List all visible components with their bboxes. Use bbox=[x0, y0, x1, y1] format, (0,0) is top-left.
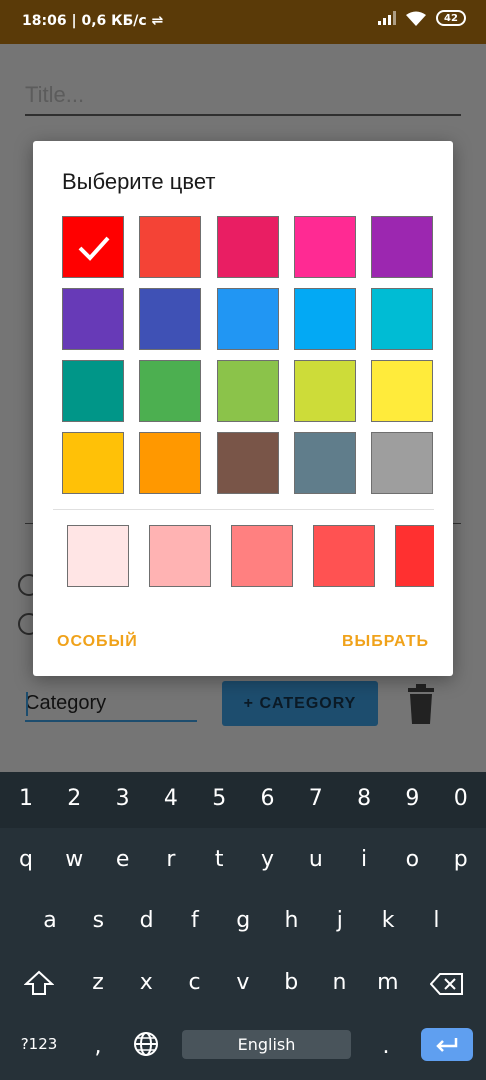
enter-icon bbox=[436, 1037, 458, 1052]
status-bar: 18:06 | 0,6 КБ/с ⇌ 42 bbox=[0, 0, 486, 44]
color-swatch[interactable] bbox=[62, 288, 124, 350]
globe-icon[interactable] bbox=[133, 1031, 159, 1057]
shade-swatch[interactable] bbox=[395, 525, 434, 587]
color-swatch[interactable] bbox=[371, 432, 434, 494]
status-time: 18:06 | 0,6 КБ/с ⇌ bbox=[22, 13, 163, 29]
add-category-label: + CATEGORY bbox=[243, 694, 357, 712]
key-b[interactable]: b bbox=[271, 970, 311, 995]
key-c[interactable]: c bbox=[175, 970, 215, 995]
enter-key[interactable] bbox=[421, 1028, 473, 1061]
dialog-separator bbox=[53, 509, 434, 510]
key-v[interactable]: v bbox=[223, 970, 263, 995]
category-input[interactable]: Category bbox=[25, 688, 197, 722]
key-n[interactable]: n bbox=[320, 970, 360, 995]
key-x[interactable]: x bbox=[126, 970, 166, 995]
space-bar[interactable]: English bbox=[182, 1030, 351, 1059]
key-u[interactable]: u bbox=[296, 847, 336, 872]
color-swatch[interactable] bbox=[293, 288, 356, 350]
shift-icon[interactable] bbox=[24, 970, 54, 996]
color-swatch[interactable] bbox=[216, 432, 279, 494]
key-r[interactable]: r bbox=[151, 847, 191, 872]
title-input[interactable]: Title... bbox=[25, 82, 461, 116]
key-2[interactable]: 2 bbox=[54, 786, 94, 811]
category-value: Category bbox=[25, 692, 107, 714]
usb-icon: ⇌ bbox=[151, 13, 164, 29]
key-y[interactable]: y bbox=[248, 847, 288, 872]
custom-color-button[interactable]: ОСОБЫЙ bbox=[57, 633, 138, 651]
key-w[interactable]: w bbox=[54, 847, 94, 872]
key-j[interactable]: j bbox=[320, 908, 360, 933]
key-8[interactable]: 8 bbox=[344, 786, 384, 811]
color-swatch[interactable] bbox=[62, 432, 124, 494]
select-color-button[interactable]: ВЫБРАТЬ bbox=[342, 633, 429, 651]
color-swatch[interactable] bbox=[293, 432, 356, 494]
key-p[interactable]: p bbox=[441, 847, 481, 872]
battery-level: 42 bbox=[444, 12, 458, 24]
key-k[interactable]: k bbox=[368, 908, 408, 933]
shade-swatch[interactable] bbox=[313, 525, 375, 587]
comma-key[interactable]: , bbox=[78, 1034, 118, 1059]
shade-swatch[interactable] bbox=[149, 525, 211, 587]
dialog-title: Выберите цвет bbox=[62, 169, 216, 194]
key-9[interactable]: 9 bbox=[392, 786, 432, 811]
color-swatch[interactable] bbox=[293, 360, 356, 422]
clock: 18:06 bbox=[22, 13, 67, 29]
wifi-icon bbox=[406, 11, 426, 26]
color-swatch[interactable] bbox=[139, 360, 202, 422]
key-7[interactable]: 7 bbox=[296, 786, 336, 811]
color-swatch[interactable] bbox=[371, 360, 434, 422]
on-screen-keyboard: 1234567890 qwertyuiop asdfghjkl zxcvbnm ?12… bbox=[0, 772, 486, 1080]
key-3[interactable]: 3 bbox=[103, 786, 143, 811]
key-q[interactable]: q bbox=[6, 847, 46, 872]
symbols-key[interactable]: ?123 bbox=[18, 1035, 60, 1053]
key-s[interactable]: s bbox=[78, 908, 118, 933]
shade-swatch[interactable] bbox=[231, 525, 293, 587]
key-g[interactable]: g bbox=[223, 908, 263, 933]
key-e[interactable]: e bbox=[103, 847, 143, 872]
title-placeholder: Title... bbox=[25, 82, 85, 107]
color-swatch[interactable] bbox=[139, 432, 202, 494]
color-swatch[interactable] bbox=[371, 216, 434, 278]
key-t[interactable]: t bbox=[199, 847, 239, 872]
shade-swatch[interactable] bbox=[67, 525, 129, 587]
shade-row bbox=[67, 525, 434, 587]
key-l[interactable]: l bbox=[416, 908, 456, 933]
key-5[interactable]: 5 bbox=[199, 786, 239, 811]
separator: | bbox=[71, 13, 82, 29]
backspace-icon[interactable] bbox=[430, 973, 464, 995]
color-swatch[interactable] bbox=[139, 288, 202, 350]
key-z[interactable]: z bbox=[78, 970, 118, 995]
color-swatch[interactable] bbox=[216, 360, 279, 422]
color-swatch[interactable] bbox=[371, 288, 434, 350]
key-o[interactable]: o bbox=[392, 847, 432, 872]
add-category-button[interactable]: + CATEGORY bbox=[222, 681, 378, 726]
period-key[interactable]: . bbox=[366, 1034, 406, 1059]
key-0[interactable]: 0 bbox=[441, 786, 481, 811]
key-i[interactable]: i bbox=[344, 847, 384, 872]
signal-icon bbox=[378, 11, 396, 25]
key-a[interactable]: a bbox=[30, 908, 70, 933]
key-m[interactable]: m bbox=[368, 970, 408, 995]
key-h[interactable]: h bbox=[272, 908, 312, 933]
battery-icon: 42 bbox=[436, 10, 466, 26]
color-picker-dialog: Выберите цвет ОСОБЫЙ ВЫБРАТЬ bbox=[33, 141, 453, 676]
key-f[interactable]: f bbox=[175, 908, 215, 933]
color-swatch[interactable] bbox=[216, 288, 279, 350]
network-speed: 0,6 КБ/с bbox=[81, 13, 147, 29]
trash-icon[interactable] bbox=[406, 684, 436, 724]
color-swatch[interactable] bbox=[216, 216, 279, 278]
color-swatch[interactable] bbox=[293, 216, 356, 278]
status-icons: 42 bbox=[378, 10, 466, 26]
space-label: English bbox=[237, 1035, 296, 1054]
text-caret bbox=[26, 692, 28, 716]
key-4[interactable]: 4 bbox=[151, 786, 191, 811]
color-swatch[interactable] bbox=[139, 216, 202, 278]
checkmark-icon bbox=[78, 236, 110, 261]
color-swatch[interactable] bbox=[62, 360, 124, 422]
key-6[interactable]: 6 bbox=[248, 786, 288, 811]
color-swatch[interactable] bbox=[62, 216, 124, 278]
key-d[interactable]: d bbox=[127, 908, 167, 933]
key-1[interactable]: 1 bbox=[6, 786, 46, 811]
